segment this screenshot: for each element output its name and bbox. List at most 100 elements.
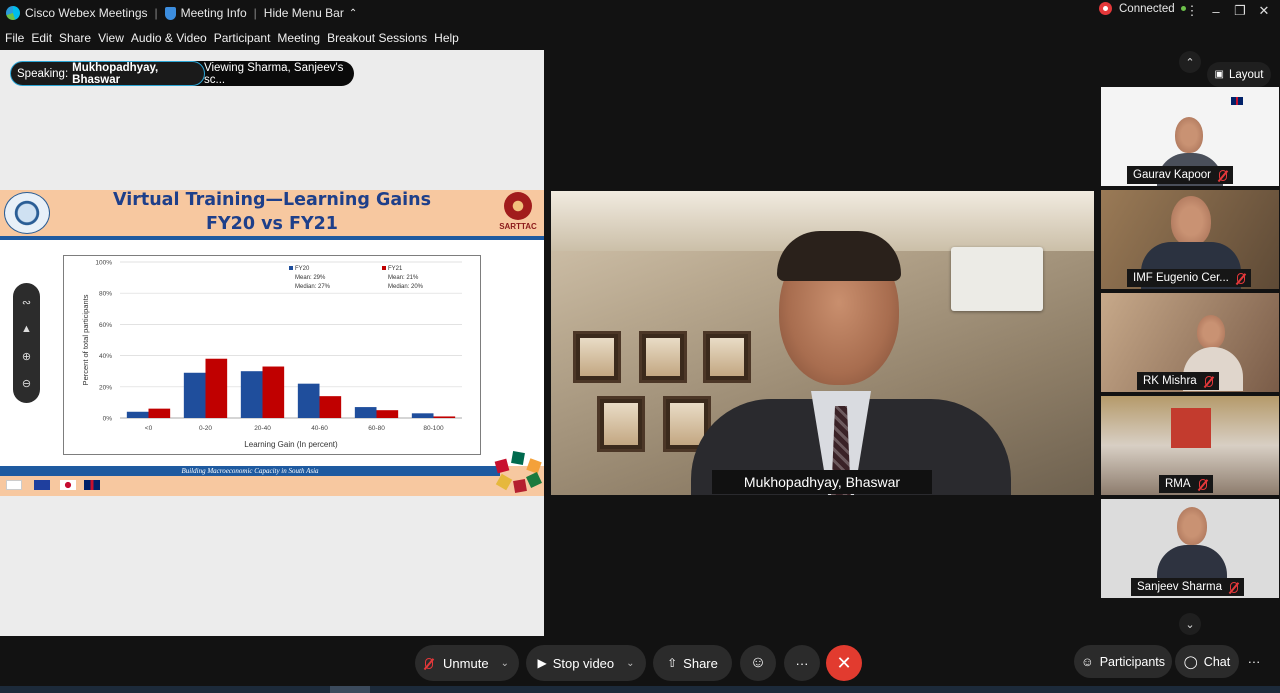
unmute-button[interactable]: Unmute ⌄ [415,645,519,681]
x-tick-label: 60-80 [368,425,385,432]
more-options-button[interactable]: ··· [784,645,820,681]
menu-breakout-sessions[interactable]: Breakout Sessions [327,31,427,45]
chevron-down-icon[interactable]: ⌄ [626,658,634,669]
scroll-down-button[interactable]: ⌄ [1179,613,1201,635]
menu-participant[interactable]: Participant [214,31,271,45]
share-label: Share [683,655,718,671]
legend-label-fy21: FY21 [388,266,403,272]
active-speaker-video [551,191,1094,495]
x-tick-label: 40-60 [311,425,328,432]
bar-fy20 [297,383,320,418]
bar-fy21 [376,410,399,418]
os-taskbar [0,686,1280,693]
scroll-up-button[interactable]: ⌃ [1179,51,1201,73]
share-icon: ⇧ [667,656,678,670]
emoji-icon: ☺ [749,654,767,671]
meeting-info-label: Meeting Info [180,6,247,20]
hide-menu-bar-button[interactable]: Hide Menu Bar ⌃ [264,6,357,20]
uk-flag-icon [1231,97,1243,105]
mic-off-icon [425,657,434,669]
leave-meeting-button[interactable]: ✕ [826,645,862,681]
country-flags-cluster [492,451,542,496]
thumbnail-imf-eugenio[interactable]: IMF Eugenio Cer... [1101,190,1279,289]
flag-stamp [526,458,542,474]
y-tick-label: 100% [95,260,112,267]
slide-header: Virtual Training—Learning Gains FY20 vs … [0,190,544,240]
chart-svg: 0% 20% 40% 60% 80% 100% <0 0-20 20-40 40-60 60-80 8… [81,260,462,449]
menu-edit[interactable]: Edit [31,31,52,45]
layout-button[interactable]: ▣ Layout [1207,62,1271,87]
thumbnail-sanjeev-sharma[interactable]: Sanjeev Sharma [1101,499,1279,598]
y-tick-label: 60% [99,322,112,329]
stop-video-button[interactable]: ▶ Stop video ⌄ [526,645,646,681]
connection-status-label: Connected [1119,2,1175,15]
y-axis-label: Percent of total participants [81,294,90,385]
legend-swatch-fy20 [289,266,293,270]
legend-median-fy21: Median: 20% [388,284,424,290]
pointer-icon[interactable]: ▲ [21,323,32,335]
bar-fy20 [126,411,149,418]
layout-icon: ▣ [1214,69,1224,80]
viewing-share-indicator[interactable]: Viewing Sharma, Sanjeev's sc... [180,61,354,86]
x-axis-label: Learning Gain (In percent) [244,440,338,449]
annotate-icon[interactable]: ∾ [22,296,31,309]
more-panels-button[interactable]: ··· [1242,645,1266,678]
thumbnail-rk-mishra[interactable]: RK Mishra [1101,293,1279,392]
bar-fy20 [411,413,434,418]
mic-off-icon [1236,272,1245,284]
connection-status: Connected [1099,2,1186,15]
chevron-up-icon: ⌃ [1185,56,1195,69]
hide-menu-bar-label: Hide Menu Bar [263,6,344,20]
menu-file[interactable]: File [5,31,24,45]
title-bar: Cisco Webex Meetings | Meeting Info | Hi… [0,0,1280,26]
thumbnail-name-tag: RMA [1159,475,1213,493]
menu-audio-video[interactable]: Audio & Video [131,31,207,45]
app-title: Cisco Webex Meetings [0,6,148,20]
unmute-label: Unmute [443,655,489,671]
chevron-down-icon[interactable]: ⌄ [501,658,509,669]
webex-logo-icon [6,6,20,20]
more-icon[interactable]: ⋮ [1180,3,1204,19]
sarttac-logo: SARTTAC [494,192,542,231]
menu-view[interactable]: View [98,31,124,45]
meeting-info-button[interactable]: Meeting Info [164,6,247,20]
minimize-icon[interactable]: – [1204,4,1228,19]
restore-icon[interactable]: ❐ [1228,3,1252,19]
legend-mean-fy21: Mean: 21% [388,275,419,281]
australia-aid-logo [6,480,22,490]
layout-label: Layout [1228,68,1264,81]
thumbnail-name-tag: Gaurav Kapoor [1127,166,1233,184]
menu-meeting[interactable]: Meeting [277,31,320,45]
thumbnail-name-tag: Sanjeev Sharma [1131,578,1245,596]
eu-flag-icon [34,480,50,490]
thumbnail-rma[interactable]: RMA [1101,396,1279,495]
y-tick-label: 0% [103,416,113,423]
slide-title-line1: Virtual Training—Learning Gains [112,190,432,210]
sarttac-emblem-icon [504,192,532,220]
share-button[interactable]: ⇧ Share [653,645,732,681]
bar-fy20 [354,407,377,418]
menu-share[interactable]: Share [59,31,91,45]
thumbnail-gaurav-kapoor[interactable]: Gaurav Kapoor [1101,87,1279,186]
annotation-toolbar: ∾ ▲ ⊕ ⊖ [13,283,40,403]
video-camera-icon: ▶ [537,656,547,670]
reactions-button[interactable]: ☺ [740,645,776,681]
window-controls: ⋮ – ❐ ✕ [1180,3,1276,19]
viewing-label: Viewing Sharma, Sanjeev's sc... [204,61,344,86]
zoom-out-icon[interactable]: ⊖ [22,377,31,390]
thumbnail-name-tag: RK Mishra [1137,372,1219,390]
flag-stamp [494,458,510,474]
chat-button[interactable]: ◯ Chat [1175,645,1239,678]
legend-mean-fy20: Mean: 29% [295,275,326,281]
menu-help[interactable]: Help [434,31,459,45]
active-speaker-name-tag: Mukhopadhyay, Bhaswar [712,470,932,494]
mic-off-icon [1198,478,1207,490]
participant-name: Sanjeev Sharma [1137,581,1223,593]
korea-flag-icon [60,480,76,490]
participants-button[interactable]: ☺ Participants [1074,645,1172,678]
slide-header-divider [0,236,544,240]
wall-frame [573,331,621,383]
zoom-in-icon[interactable]: ⊕ [22,350,31,363]
shield-icon [164,6,176,20]
close-icon[interactable]: ✕ [1252,3,1276,19]
